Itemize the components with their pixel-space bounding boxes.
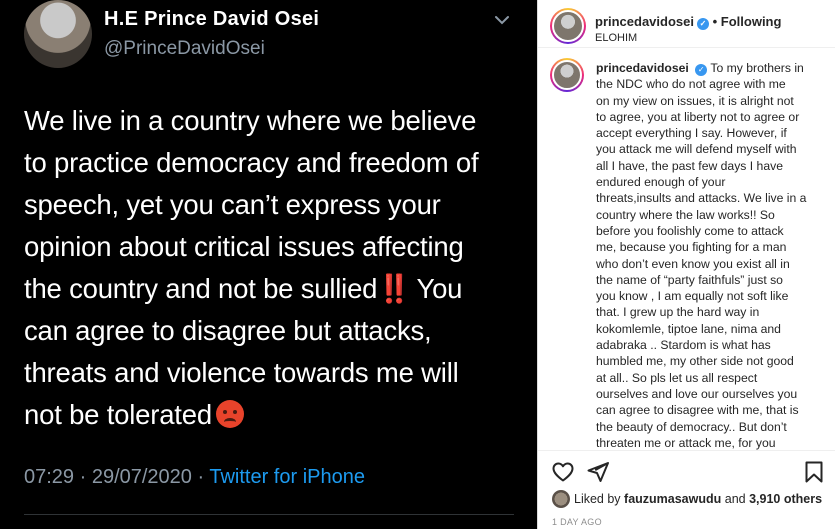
- caption-line: threaten me or attack me, for you: [596, 435, 776, 450]
- tweet-line-text: not be tolerated: [24, 399, 212, 430]
- caption-line: adabraka .. Stardom is what has: [596, 338, 771, 353]
- caption-line: princedavidosei ✓ To my brothers in: [596, 60, 824, 76]
- tweet-line: can agree to disagree but attacks,: [24, 315, 432, 346]
- post-header: princedavidosei ✓ • Following ELOHIM: [538, 0, 835, 48]
- liker-avatar: [552, 490, 570, 508]
- post-location-link[interactable]: ELOHIM: [595, 32, 637, 44]
- caption-line: all I have, the past few days I have: [596, 158, 783, 173]
- tweet-divider: [24, 514, 514, 515]
- post-username-row: princedavidosei ✓ • Following: [595, 14, 781, 30]
- tweet-display-name: H.E Prince David Osei: [104, 8, 320, 30]
- tweet-line-text: the country and not be sullied: [24, 273, 378, 304]
- caption-line: me, because you fighting for a man: [596, 240, 787, 255]
- caption-line: the NDC who do not agree with me: [596, 77, 786, 92]
- caption-line: to agree, you at liberty not to agree or: [596, 109, 800, 124]
- liked-prefix: Liked by: [574, 492, 625, 506]
- double-exclamation-icon: ‼️: [377, 273, 411, 304]
- caption-line: kokomlemle, tiptoe lane, nima and: [596, 321, 781, 336]
- angry-face-icon: [215, 400, 244, 428]
- caption-line: who don’t even know you exist all in: [596, 256, 790, 271]
- tweet-time: 07:29 · 29/07/2020 ·: [24, 466, 210, 488]
- tweet-line: the country and not be sullied‼️ You: [24, 268, 524, 310]
- profile-username-link[interactable]: princedavidosei: [595, 14, 694, 29]
- share-icon[interactable]: [586, 460, 610, 484]
- profile-avatar[interactable]: [550, 8, 586, 44]
- post-actions: [538, 450, 835, 490]
- caption-text: To my brothers in: [710, 61, 804, 75]
- caption-line: on my view on issues, it is alright not: [596, 93, 794, 108]
- caption-line: accept everything I say. However, if: [596, 126, 787, 141]
- tweet-line: threats and violence towards me will: [24, 357, 459, 388]
- instagram-post-panel: princedavidosei ✓ • Following ELOHIM prin…: [537, 0, 835, 529]
- avatar: [552, 60, 582, 90]
- heart-icon[interactable]: [551, 460, 575, 484]
- tweet-avatar: [24, 0, 92, 68]
- chevron-down-icon: [495, 16, 509, 25]
- tweet-source-link[interactable]: Twitter for iPhone: [209, 466, 365, 488]
- caption-line: ourselves and love our ourselves you: [596, 386, 798, 401]
- following-button[interactable]: Following: [721, 14, 782, 29]
- caption-line: endured enough of your: [596, 175, 726, 190]
- post-timestamp[interactable]: 1 DAY AGO: [552, 517, 602, 527]
- tweet-line-tail: You: [409, 273, 463, 304]
- avatar: [552, 10, 584, 42]
- caption-avatar[interactable]: [550, 58, 584, 92]
- caption-line: you attack me will defend myself with: [596, 142, 797, 157]
- caption-line: country where the law works!! So: [596, 207, 775, 222]
- tweet-line: speech, yet you can’t express your: [24, 189, 441, 220]
- caption-line: the beauty of democracy.. But don’t: [596, 419, 787, 434]
- caption-line: you know , I am equally not soft like: [596, 289, 789, 304]
- tweet-line: We live in a country where we believe: [24, 105, 477, 136]
- verified-icon: ✓: [695, 64, 708, 76]
- liker-username-link[interactable]: fauzumasawudu: [624, 492, 721, 506]
- likes-summary: Liked by fauzumasawudu and 3,910 others: [552, 490, 822, 508]
- tweet-line: to practice democracy and freedom of: [24, 147, 479, 178]
- liked-mid: and: [721, 492, 750, 506]
- caption-line: at all.. So pls let us all respect: [596, 370, 758, 385]
- separator-dot: •: [712, 14, 721, 29]
- tweet-meta: 07:29 · 29/07/2020 · Twitter for iPhone: [24, 466, 365, 489]
- post-caption: princedavidosei ✓ To my brothers in the …: [596, 60, 824, 451]
- likes-count-link[interactable]: 3,910 others: [749, 492, 822, 506]
- tweet-screenshot: H.E Prince David Osei @PrinceDavidOsei W…: [0, 0, 537, 529]
- caption-line: humbled me, my other side not good: [596, 354, 794, 369]
- verified-icon: ✓: [696, 18, 709, 30]
- caption-username-link[interactable]: princedavidosei: [596, 61, 689, 75]
- tweet-text: We live in a country where we believe to…: [24, 100, 524, 436]
- caption-line: that. I grew up the hard way in: [596, 305, 760, 320]
- tweet-line: not be tolerated: [24, 394, 524, 436]
- bookmark-icon[interactable]: [802, 460, 826, 484]
- caption-line: before you foolishly come to attack: [596, 223, 784, 238]
- caption-line: threats,insults and attacks. We live in …: [596, 191, 807, 206]
- caption-line: can agree to disagree with me, that is: [596, 403, 799, 418]
- tweet-line: opinion about critical issues affecting: [24, 231, 464, 262]
- tweet-handle: @PrinceDavidOsei: [104, 38, 265, 59]
- caption-line: the name of “party faithfuls” just so: [596, 272, 783, 287]
